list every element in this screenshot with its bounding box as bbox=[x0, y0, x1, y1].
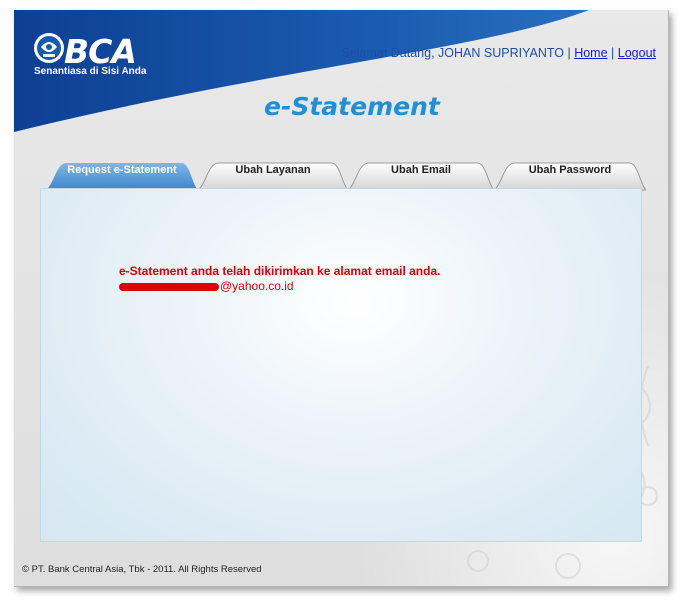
brand-tagline: Senantiasa di Sisi Anda bbox=[34, 66, 147, 77]
tab-request-estatement[interactable]: Request e-Statement bbox=[46, 162, 198, 191]
tab-ubah-email[interactable]: Ubah Email bbox=[348, 162, 494, 191]
welcome-text: Selamat Datang, JOHAN SUPRIYANTO bbox=[341, 46, 564, 60]
message-text: e-Statement anda telah dikirimkan ke ala… bbox=[119, 264, 441, 278]
tab-bar: Request e-Statement Ubah Layanan Ubah Em… bbox=[46, 162, 646, 191]
content-panel: e-Statement anda telah dikirimkan ke ala… bbox=[40, 188, 642, 542]
home-link[interactable]: Home bbox=[574, 46, 607, 60]
tab-label: Ubah Password bbox=[528, 164, 612, 176]
tab-ubah-password[interactable]: Ubah Password bbox=[494, 162, 646, 191]
footer-copyright: © PT. Bank Central Asia, Tbk - 2011. All… bbox=[22, 564, 262, 575]
bca-emblem-icon bbox=[34, 33, 64, 63]
app-frame: BCA Senantiasa di Sisi Anda Selamat Data… bbox=[14, 10, 669, 587]
redacted-email-mark bbox=[119, 282, 219, 291]
separator: | bbox=[567, 46, 571, 60]
email-line: @yahoo.co.id bbox=[119, 279, 440, 294]
page-title: e-Statement bbox=[264, 92, 440, 121]
email-domain: @yahoo.co.id bbox=[220, 279, 294, 293]
status-message: e-Statement anda telah dikirimkan ke ala… bbox=[119, 264, 440, 294]
separator: | bbox=[611, 46, 615, 60]
tab-label: Ubah Layanan bbox=[235, 164, 311, 176]
tab-label: Request e-Statement bbox=[67, 164, 177, 176]
tab-label: Ubah Email bbox=[391, 164, 451, 176]
tab-ubah-layanan[interactable]: Ubah Layanan bbox=[198, 162, 348, 191]
user-welcome-bar: Selamat Datang, JOHAN SUPRIYANTO | Home … bbox=[341, 46, 656, 60]
logout-link[interactable]: Logout bbox=[618, 46, 656, 60]
